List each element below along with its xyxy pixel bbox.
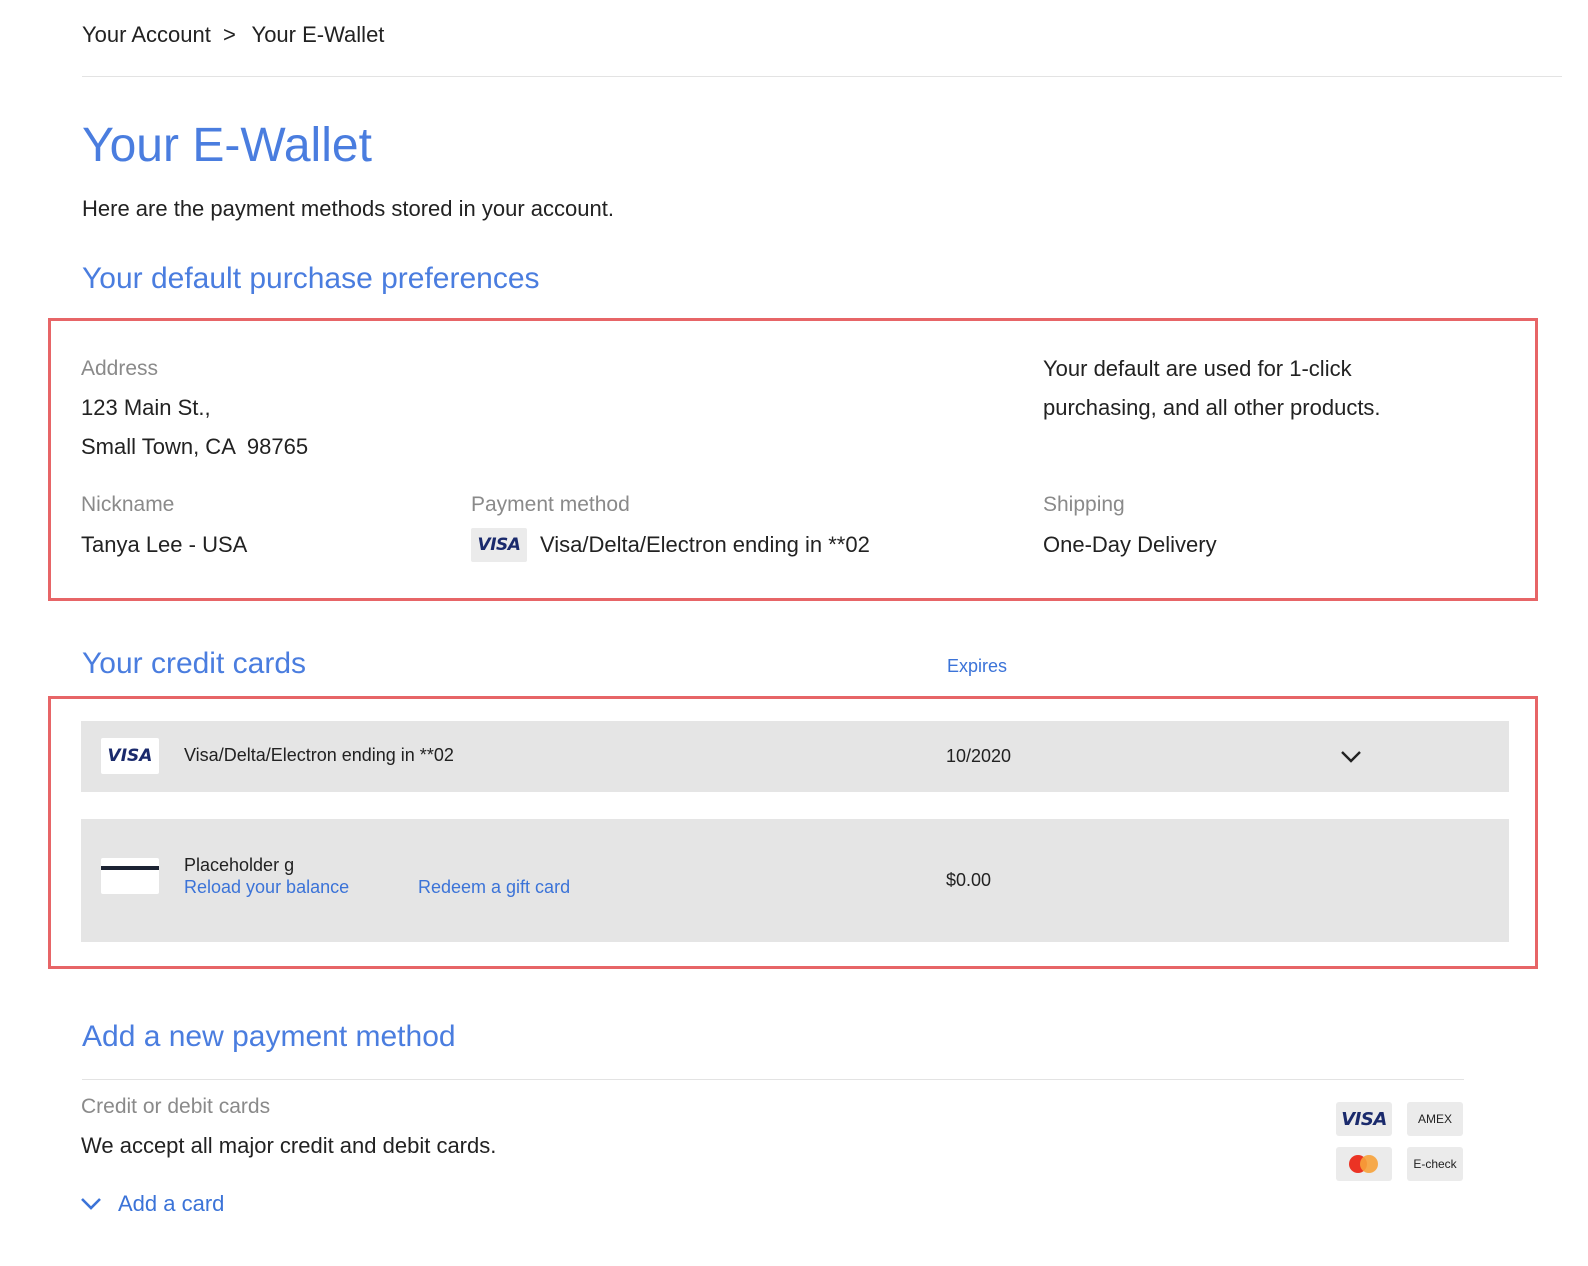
add-payment-heading: Add a new payment method bbox=[82, 1020, 456, 1053]
amex-icon: AMEX bbox=[1407, 1102, 1463, 1136]
echeck-label: E-check bbox=[1413, 1157, 1457, 1171]
visa-logo-text: VISA bbox=[477, 535, 521, 555]
payment-method-label: Payment method bbox=[471, 493, 630, 516]
chevron-down-icon[interactable] bbox=[1339, 746, 1363, 766]
gift-card-name: Placeholder g bbox=[184, 855, 295, 875]
preferences-heading: Your default purchase preferences bbox=[82, 262, 540, 295]
visa-logo-text: VISA bbox=[1341, 1108, 1387, 1130]
visa-logo-text: VISA bbox=[107, 746, 153, 766]
visa-icon: VISA bbox=[1336, 1102, 1392, 1136]
divider bbox=[82, 1079, 1464, 1080]
shipping-label: Shipping bbox=[1043, 493, 1125, 516]
cards-description: We accept all major credit and debit car… bbox=[81, 1133, 497, 1158]
address-line-1: 123 Main St., bbox=[81, 395, 211, 420]
visa-icon: VISA bbox=[471, 528, 527, 562]
amex-label: AMEX bbox=[1417, 1112, 1452, 1126]
card-name: Visa/Delta/Electron ending in **02 bbox=[184, 745, 454, 765]
default-note-line-1: Your default are used for 1-click bbox=[1043, 356, 1352, 381]
reload-balance-link[interactable]: Reload your balance bbox=[184, 877, 349, 898]
redeem-gift-card-link[interactable]: Redeem a gift card bbox=[418, 877, 570, 898]
add-card-link[interactable]: Add a card bbox=[118, 1191, 224, 1217]
default-note-line-2: purchasing, and all other products. bbox=[1043, 395, 1381, 420]
nickname-value: Tanya Lee - USA bbox=[81, 532, 248, 557]
breadcrumb-account-link[interactable]: Your Account bbox=[82, 22, 211, 47]
credit-cards-heading: Your credit cards bbox=[82, 647, 307, 680]
echeck-icon: E-check bbox=[1407, 1147, 1463, 1181]
payment-method-value: Visa/Delta/Electron ending in **02 bbox=[540, 532, 870, 557]
page-intro: Here are the payment methods stored in y… bbox=[82, 196, 614, 221]
breadcrumb-separator: > bbox=[222, 22, 236, 47]
divider bbox=[82, 76, 1562, 77]
address-label: Address bbox=[81, 357, 159, 380]
card-row-gift: Placeholder g Reload your balance Redeem… bbox=[81, 819, 1509, 942]
page-title: Your E-Wallet bbox=[82, 119, 372, 172]
breadcrumb-current: Your E-Wallet bbox=[251, 22, 385, 47]
shipping-value: One-Day Delivery bbox=[1043, 532, 1217, 557]
gift-card-icon bbox=[101, 858, 159, 894]
mastercard-icon bbox=[1336, 1147, 1392, 1181]
nickname-label: Nickname bbox=[81, 493, 175, 516]
cards-label: Credit or debit cards bbox=[81, 1095, 271, 1118]
address-line-2: Small Town, CA 98765 bbox=[81, 434, 309, 459]
breadcrumb: Your Account > Your E-Wallet bbox=[82, 22, 384, 48]
chevron-down-icon[interactable] bbox=[79, 1192, 103, 1214]
visa-icon: VISA bbox=[101, 738, 159, 774]
expires-column-header: Expires bbox=[947, 656, 1008, 676]
card-expiry: 10/2020 bbox=[946, 746, 1012, 766]
card-row-visa[interactable]: VISA Visa/Delta/Electron ending in **02 … bbox=[81, 721, 1509, 792]
gift-card-balance: $0.00 bbox=[946, 870, 992, 890]
